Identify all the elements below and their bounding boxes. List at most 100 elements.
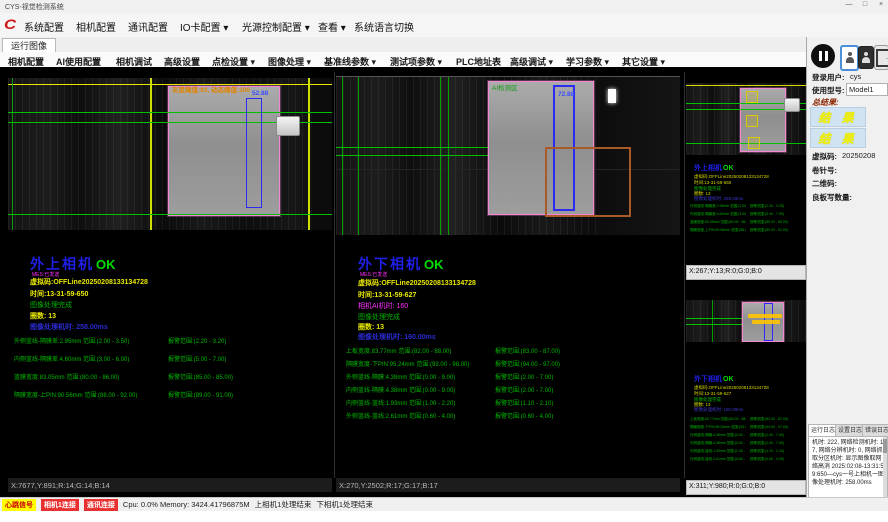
yellow-guide-line — [686, 85, 806, 86]
status-bar: 心跳信号 相机1连接 通讯连接 Cpu: 0.0% Memory: 3424.4… — [0, 497, 888, 511]
minimize-button[interactable]: — — [842, 1, 856, 8]
operator-button[interactable] — [858, 46, 874, 69]
result-ok-label: OK — [424, 257, 444, 272]
result-box-1: 结 果 — [810, 107, 866, 127]
alarm-range: 报警范围:(2.20 - 3.20) — [168, 336, 226, 345]
menu-comm-config[interactable]: 通讯配置 — [128, 19, 168, 34]
heartbeat-badge: 心跳信号 — [2, 499, 36, 511]
yellow-roi-tag — [746, 115, 758, 127]
process-time: 图像处理机时: 160.00ms — [694, 407, 743, 413]
alarm-range: 报警范围:(94.00 - 97.00) — [750, 425, 788, 430]
tab-run-image[interactable]: 运行图像 — [2, 38, 56, 53]
exit-arrow-icon: → — [885, 53, 888, 62]
green-measure-line — [8, 112, 332, 113]
upper-camera-status: 上相机1处理结束 — [255, 499, 312, 510]
lower-camera-status: 下相机1处理结束 — [316, 499, 373, 510]
pause-button[interactable] — [811, 44, 835, 68]
bright-spot — [608, 89, 616, 103]
mini-bottom-image[interactable] — [686, 300, 806, 342]
alarm-range: 报警范围:(2.20 - 3.20) — [750, 204, 784, 209]
green-guide-line — [12, 78, 13, 230]
alarm-range: 报警范围:(2.00 - 7.00) — [495, 372, 553, 381]
alarm-range: 报警范围:(85.00 - 85.00) — [168, 372, 233, 381]
loop-count: 圈数: 13 — [30, 311, 56, 321]
bottom-margin — [0, 511, 888, 522]
process-time: 图像处理机时: 258.00ms — [694, 196, 743, 202]
middle-camera-image[interactable]: AI检测区 72.88 — [336, 76, 680, 235]
alarm-range: 报警范围:(5.00 - 7.00) — [168, 354, 226, 363]
green-measure-line — [8, 214, 332, 215]
highlight-overlay — [752, 320, 780, 324]
camera-name: 外下相机 — [694, 376, 722, 383]
menu-io-config[interactable]: IO卡配置 ▾ — [180, 19, 228, 34]
log-scrollbar[interactable] — [883, 437, 887, 497]
pause-icon — [819, 51, 822, 61]
measurement: 内侧蓝线-隔膜差:4.60mm 范围:(3.00 - 6.00) — [690, 212, 746, 217]
alarm-range: 报警范围:(83.00 - 87.00) — [495, 346, 560, 355]
connector — [276, 116, 300, 136]
alarm-range: 报警范围:(2.00 - 7.00) — [750, 433, 784, 438]
alarm-range: 报警范围:(89.00 - 91.00) — [750, 228, 788, 233]
close-button[interactable]: × — [874, 1, 888, 8]
middle-cursor-readout: X:270,Y:2502;R:17;G:17;B:17 — [336, 478, 680, 492]
exit-button[interactable]: → — [874, 45, 888, 70]
result-text: 结 果 — [818, 109, 857, 126]
measurement: 外侧蓝线-隔膜差:2.95mm 范围:(2.00 - 3.50) — [690, 204, 746, 209]
measurement: 隔膜宽度-下PIN:95.24mm 范围:(93.00 - 98.00) — [690, 425, 746, 430]
measurement: 内侧蓝线-隔膜:4.38mm 范围:(0.00 - 9.00) — [690, 441, 746, 446]
measurement: 上板宽度:83.77mm 范围:(82.00 - 88.00) — [690, 417, 746, 422]
cursor-coords: X:311;Y:980;R:0;G:0;B:0 — [689, 483, 765, 490]
ai-region-label: AI检测区 — [492, 82, 518, 92]
log-text: 机时: 222, 网络检测机时: 17, 网络分辨机时: 0, 网络抓取分区机时… — [812, 439, 884, 487]
camera-connect-badge: 相机1连接 — [41, 499, 79, 511]
menu-view[interactable]: 查看 ▾ — [318, 19, 346, 34]
user-icon — [861, 52, 871, 64]
measure-value-label: 52.88 — [252, 90, 268, 97]
login-user-value: cys — [850, 72, 861, 81]
green-measure-line — [686, 324, 742, 325]
menu-camera-config[interactable]: 相机配置 — [76, 19, 116, 34]
menu-light-config[interactable]: 光源控制配置 ▾ — [242, 19, 310, 34]
log-output[interactable]: 机时: 222, 网络检测机时: 17, 网络分辨机时: 0, 网络抓取分区机时… — [808, 436, 888, 498]
scrollbar-thumb[interactable] — [883, 439, 887, 453]
qrcode-label: 二维码: — [812, 178, 837, 189]
loop-count: 圈数: 13 — [358, 322, 384, 332]
yellow-roi-tag — [748, 137, 760, 149]
camera-name: 外上相机 — [30, 256, 94, 272]
measurement: 外侧蓝线-隔膜:4.38mm 范围:(0.00 - 9.00) — [690, 433, 746, 438]
vcode-value: 20250208 — [842, 151, 875, 160]
process-status: 图像处理完成 — [30, 300, 72, 310]
measurement: 内侧蓝线-隔膜:4.38mm 范围:(0.00 - 9.00) — [346, 385, 455, 394]
measurement: 外侧蓝线-隔膜差:2.95mm 范围:(2.00 - 3.50) — [14, 336, 129, 345]
exit-door-icon: → — [876, 49, 888, 67]
virtual-code: 虚拟码:OFFLine20250208133134728 — [30, 277, 148, 287]
login-user-button[interactable] — [840, 45, 859, 71]
green-guide-line — [342, 77, 343, 235]
highlight-overlay — [748, 314, 782, 318]
measurement: 上板宽度:83.77mm 范围:(82.00 - 88.00) — [346, 346, 451, 355]
threshold-overlay: 灰度阈值:93, 动态阈值:100 — [172, 84, 250, 94]
green-measure-line — [686, 143, 806, 144]
menu-language-switch[interactable]: 系统语言切换 — [354, 19, 414, 34]
camera-name: 外下相机 — [358, 256, 422, 272]
maximize-button[interactable]: □ — [858, 1, 872, 8]
login-user-label: 登录用户: — [812, 72, 845, 83]
measurement: 外侧蓝线-蓝线:2.61mm 范围:(0.60 - 4.00) — [346, 411, 455, 420]
pause-icon — [825, 51, 828, 61]
cursor-coords: X:7677,Y:891;R:14;G:14;B:14 — [11, 481, 110, 490]
measurement: 内侧蓝线-蓝线:1.93mm 范围:(1.00 - 2.20) — [690, 449, 746, 454]
needle-label: 卷针号: — [812, 165, 837, 176]
title-bar: CYS-视觉检测系统 — □ × — [0, 0, 888, 14]
vcode-label: 虚拟码: — [812, 151, 837, 162]
green-guide-line — [440, 77, 441, 235]
process-time: 图像处理机时: 258.00ms — [30, 322, 108, 332]
mini-top-image[interactable] — [686, 83, 806, 155]
green-measure-line — [686, 318, 742, 319]
alarm-range: 报警范围:(2.00 - 7.00) — [750, 441, 784, 446]
alarm-range: 报警范围:(1.10 - 2.10) — [495, 398, 553, 407]
menu-system-config[interactable]: 系统配置 — [24, 19, 64, 34]
process-status: 图像处理完成 — [358, 312, 400, 322]
dark-region — [312, 78, 332, 230]
left-camera-image[interactable]: 灰度阈值:93, 动态阈值:100 52.88 — [8, 78, 332, 230]
measurement: 内侧蓝线-隔膜差:4.60mm 范围:(3.00 - 6.00) — [14, 354, 129, 363]
